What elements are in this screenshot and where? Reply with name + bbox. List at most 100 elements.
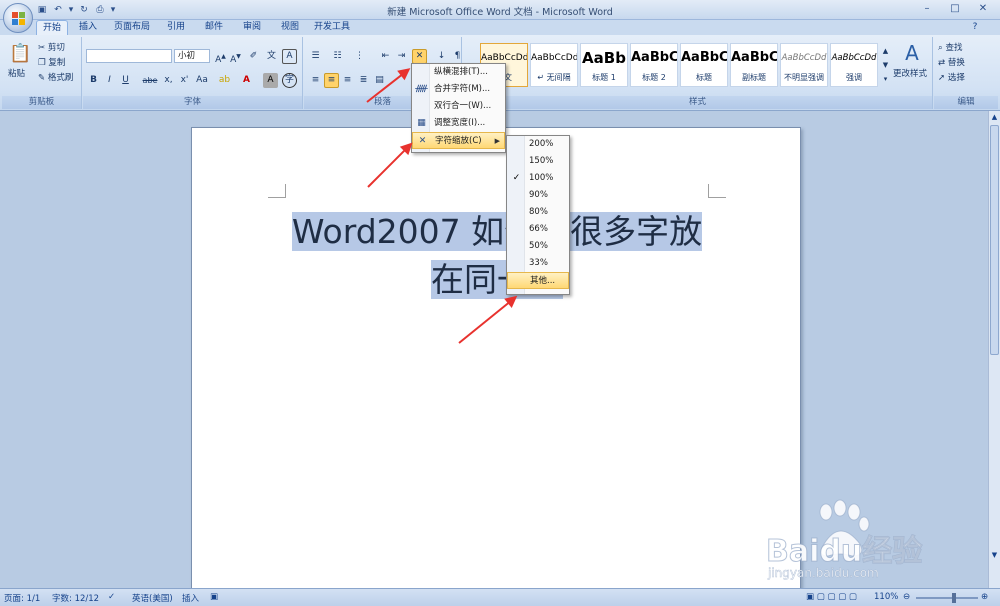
office-button[interactable] [3, 3, 33, 33]
character-border-icon[interactable]: A [282, 49, 297, 64]
superscript-button[interactable]: x' [177, 73, 192, 88]
zoom-out-icon[interactable]: ⊖ [903, 592, 910, 602]
close-icon[interactable]: ✕ [972, 2, 994, 16]
scale-66[interactable]: 66% [507, 221, 569, 238]
italic-button[interactable]: I [102, 73, 117, 88]
cut-button[interactable]: ✂ 剪切 [38, 41, 65, 56]
view-buttons[interactable]: ▣ ▢ ▢ ▢ ▢ [806, 592, 857, 602]
find-button[interactable]: ⌕ 查找 [938, 41, 962, 56]
subscript-button[interactable]: x, [161, 73, 176, 88]
scroll-up-icon[interactable]: ▲ [990, 113, 999, 122]
font-color-icon[interactable]: A [239, 73, 254, 88]
format-painter-label: 格式刷 [47, 73, 74, 83]
phonetic-guide-icon[interactable]: 文 [264, 49, 279, 64]
customize-qat-icon[interactable]: ▾ [110, 4, 116, 16]
clear-format-icon[interactable]: ✐ [246, 49, 261, 64]
format-painter-button[interactable]: ✎ 格式刷 [38, 71, 73, 86]
multilevel-list-icon[interactable]: ⋮ [352, 49, 367, 64]
zoom-slider-thumb[interactable] [952, 593, 956, 603]
menu-item-combine-characters[interactable]: ᚏ 合并字符(M)... [412, 81, 505, 98]
tab-view[interactable]: 视图 [274, 20, 306, 35]
bullets-icon[interactable]: ☰ [308, 49, 323, 64]
undo-dropdown-icon[interactable]: ▾ [68, 4, 74, 16]
align-left-icon[interactable]: ≡ [308, 73, 323, 88]
scale-more[interactable]: 其他... [507, 272, 569, 289]
status-zoom[interactable]: 110% [874, 592, 898, 602]
status-insert-mode[interactable]: 插入 [182, 592, 199, 604]
style-no-spacing[interactable]: AaBbCcDd ↵ 无间隔 [530, 43, 578, 87]
zoom-slider[interactable] [916, 597, 978, 599]
shrink-font-icon[interactable]: A▼ [228, 49, 243, 65]
menu-item-character-scaling[interactable]: ✕ 字符缩放(C) ▶ [412, 132, 505, 149]
minimize-icon[interactable]: – [916, 2, 938, 16]
help-icon[interactable]: ? [968, 20, 982, 35]
menu-item-two-lines-in-one[interactable]: 双行合一(W)... [412, 98, 505, 115]
tab-references[interactable]: 引用 [160, 20, 192, 35]
tab-review[interactable]: 审阅 [236, 20, 268, 35]
menu-item-vertical-in-horizontal[interactable]: 纵横混排(T)... [412, 64, 505, 81]
status-page[interactable]: 页面: 1/1 [4, 592, 40, 604]
style-heading-1[interactable]: AaBb 标题 1 [580, 43, 628, 87]
zoom-in-icon[interactable]: ⊕ [981, 592, 988, 602]
style-subtle-emphasis[interactable]: AaBbCcDd 不明显强调 [780, 43, 828, 87]
enclose-characters-icon[interactable]: 字 [282, 73, 297, 88]
status-language[interactable]: 英语(美国) [132, 592, 173, 604]
scale-150[interactable]: 150% [507, 153, 569, 170]
copy-button[interactable]: ❐ 复制 [38, 56, 65, 71]
redo-icon[interactable]: ↻ [78, 4, 90, 16]
proofing-icon[interactable]: ✓ [108, 592, 115, 602]
styles-scroll-icon[interactable]: ▲ ▼ ▾ [880, 43, 891, 87]
tab-developer[interactable]: 开发工具 [310, 20, 354, 35]
tab-home[interactable]: 开始 [36, 20, 68, 35]
numbering-icon[interactable]: ☷ [330, 49, 345, 64]
change-styles-button[interactable]: 更改样式 [893, 67, 927, 82]
select-button[interactable]: ➚ 选择 [938, 71, 965, 86]
grow-font-icon[interactable]: A▲ [213, 49, 228, 65]
scale-90[interactable]: 90% [507, 187, 569, 204]
paste-icon[interactable]: 📋 [8, 42, 31, 66]
replace-button[interactable]: ⇄ 替换 [938, 56, 965, 71]
increase-indent-icon[interactable]: ⇥ [394, 49, 409, 64]
maximize-icon[interactable]: □ [944, 2, 966, 16]
strikethrough-button[interactable]: abe [141, 73, 159, 88]
status-word-count[interactable]: 字数: 12/12 [52, 592, 99, 604]
align-center-icon[interactable]: ≡ [324, 73, 339, 88]
font-name-combo[interactable] [86, 49, 172, 63]
vertical-scrollbar[interactable]: ▲ ▼ [988, 111, 1000, 588]
style-subtitle[interactable]: AaBbC 副标题 [730, 43, 778, 87]
tab-page-layout[interactable]: 页面布局 [110, 20, 154, 35]
asian-layout-icon[interactable]: ✕ [412, 49, 427, 64]
style-emphasis[interactable]: AaBbCcDd 强调 [830, 43, 878, 87]
justify-icon[interactable]: ≣ [356, 73, 371, 88]
sort-icon[interactable]: ↓ [434, 49, 449, 64]
print-preview-icon[interactable]: ⎙ [94, 4, 106, 16]
scroll-thumb[interactable] [990, 125, 999, 355]
underline-button[interactable]: U [118, 73, 133, 88]
scale-80[interactable]: 80% [507, 204, 569, 221]
scale-33[interactable]: 33% [507, 255, 569, 272]
change-styles-icon[interactable]: A [895, 41, 929, 64]
scale-100[interactable]: ✓ 100% [507, 170, 569, 187]
tab-insert[interactable]: 插入 [72, 20, 104, 35]
highlight-icon[interactable]: ab [217, 73, 232, 88]
style-title[interactable]: AaBbC 标题 [680, 43, 728, 87]
scale-50[interactable]: 50% [507, 238, 569, 255]
decrease-indent-icon[interactable]: ⇤ [378, 49, 393, 64]
menu-item-fit-text[interactable]: ▦ 调整宽度(I)... [412, 115, 505, 132]
macro-record-icon[interactable]: ▣ [210, 592, 218, 602]
undo-icon[interactable]: ↶ [52, 4, 64, 16]
scroll-down-icon[interactable]: ▼ [990, 551, 999, 560]
brush-icon: ✎ [38, 73, 48, 83]
tab-mailings[interactable]: 邮件 [198, 20, 230, 35]
align-right-icon[interactable]: ≡ [340, 73, 355, 88]
paste-button[interactable]: 粘贴 [8, 67, 25, 82]
save-icon[interactable]: ▣ [36, 4, 48, 16]
scale-200[interactable]: 200% [507, 136, 569, 153]
document-page[interactable]: Word2007 如何把很多字放 在同一行 [191, 127, 801, 589]
change-case-button[interactable]: Aa [193, 73, 211, 88]
document-text[interactable]: Word2007 如何把很多字放 在同一行 [284, 208, 710, 304]
font-size-combo[interactable]: 小初 [174, 49, 210, 63]
character-shading-icon[interactable]: A [263, 73, 278, 88]
style-heading-2[interactable]: AaBbC 标题 2 [630, 43, 678, 87]
bold-button[interactable]: B [86, 73, 101, 88]
